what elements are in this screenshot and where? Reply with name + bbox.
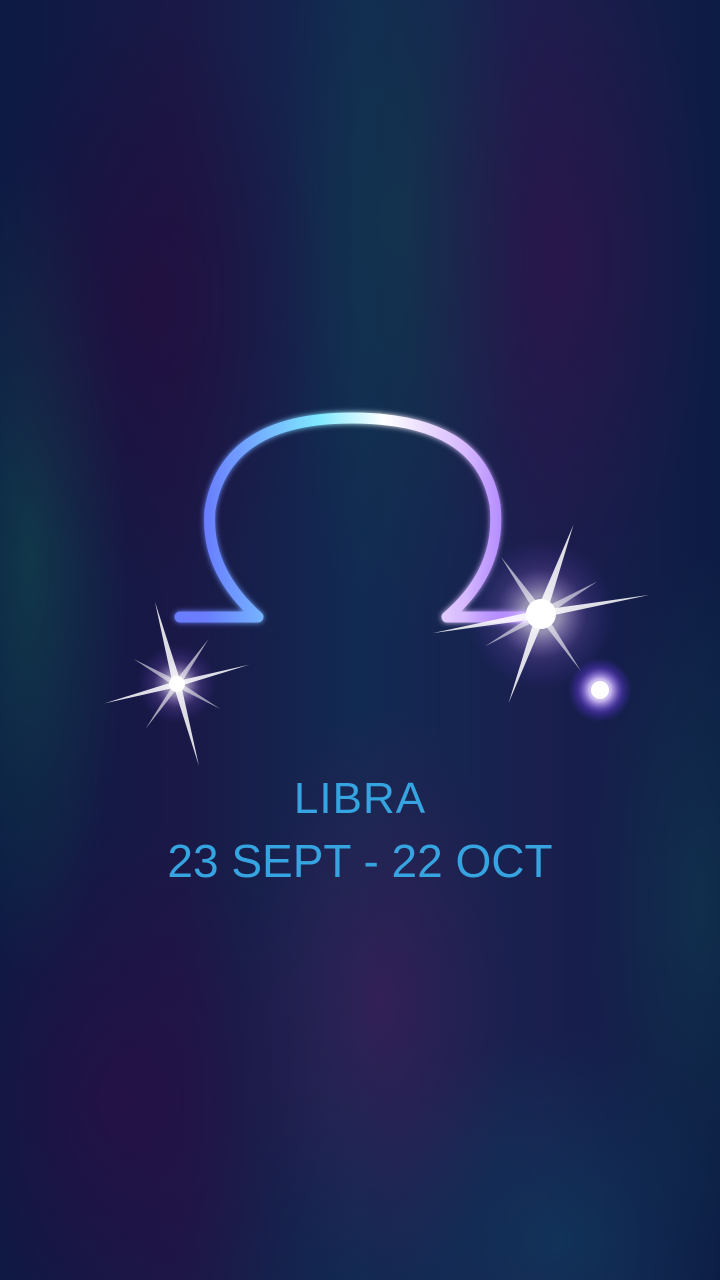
libra-wallpaper: LIBRA 23 SEPT - 22 OCT — [0, 0, 720, 1280]
libra-symbol-icon — [104, 412, 650, 767]
glow-dot — [568, 658, 632, 722]
sign-dates: 23 SEPT - 22 OCT — [167, 835, 553, 887]
sign-name: LIBRA — [293, 774, 427, 823]
